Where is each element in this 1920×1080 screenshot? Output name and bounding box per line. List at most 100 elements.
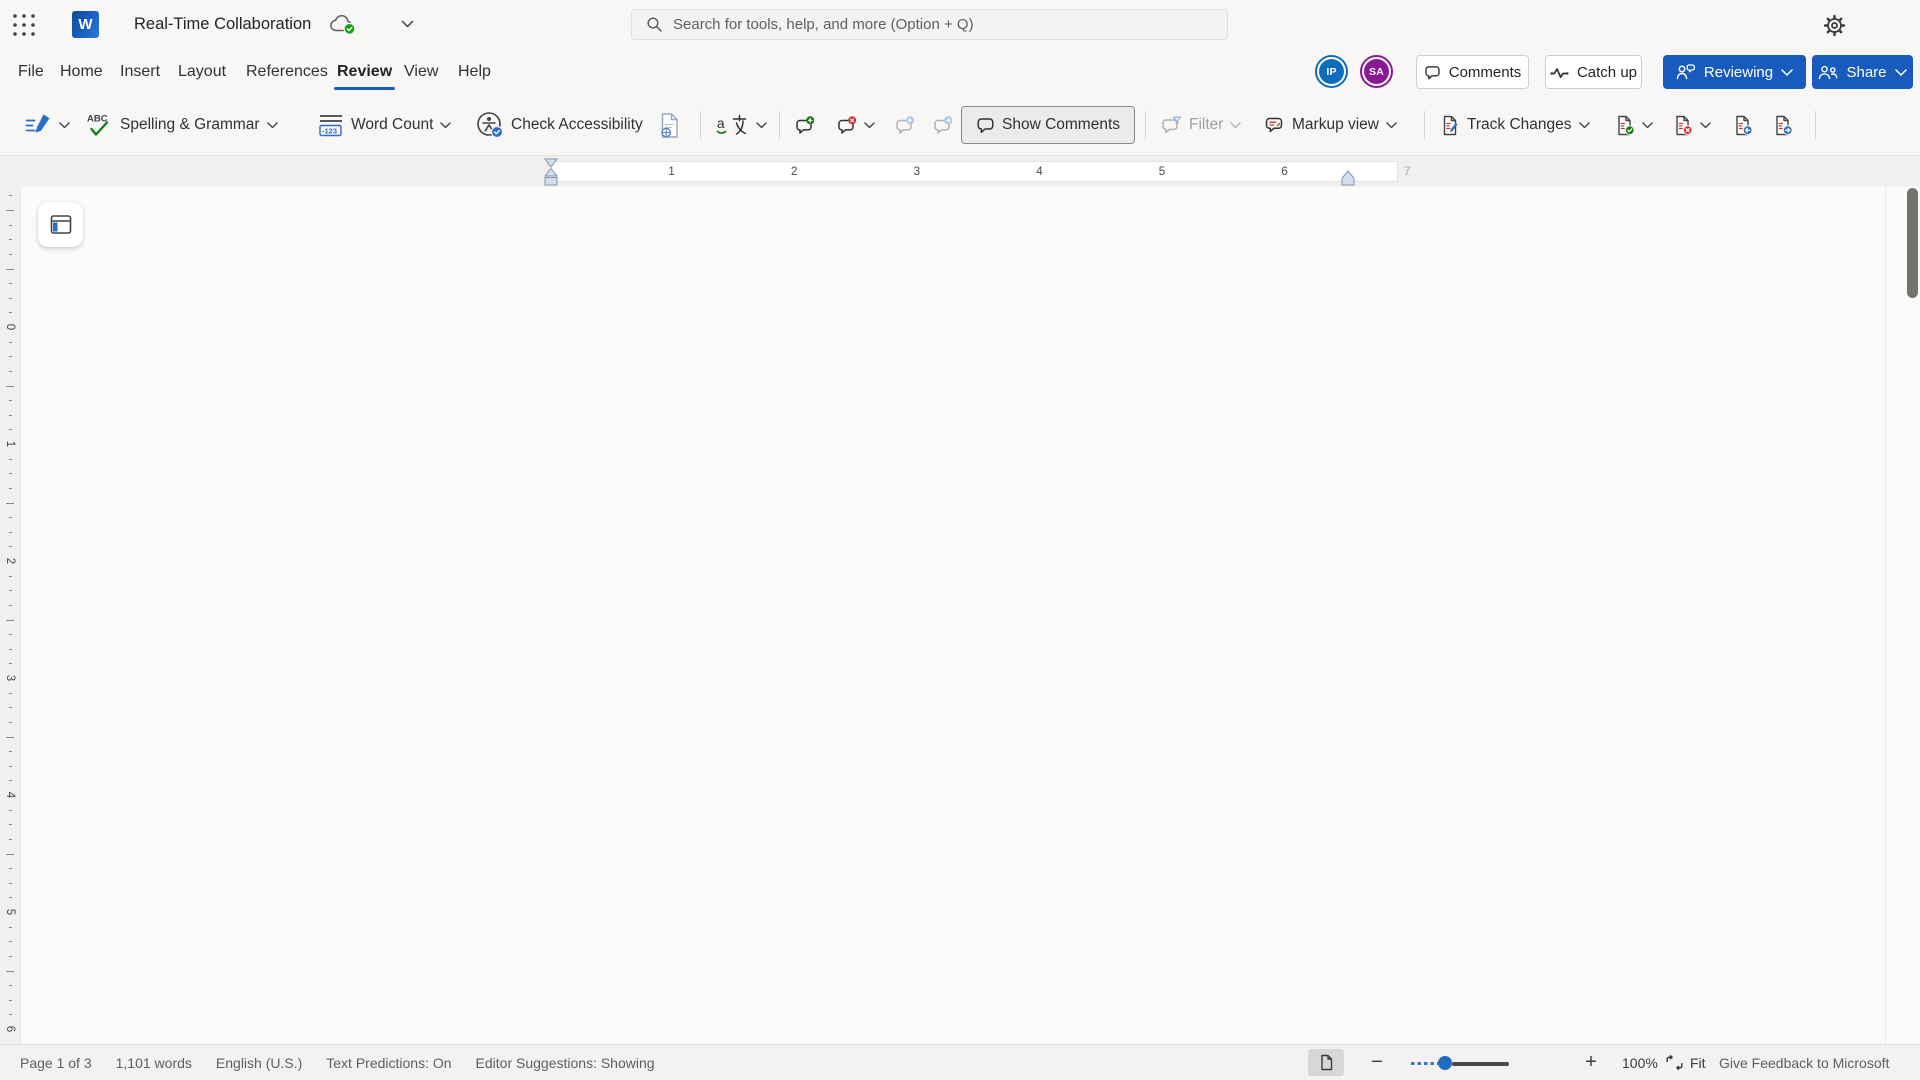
catch-up-button[interactable]: Catch up (1545, 55, 1642, 89)
page-view-button[interactable] (1308, 1049, 1344, 1076)
reviewing-chevron-icon (1781, 68, 1793, 76)
reviewing-mode-button[interactable]: Reviewing (1663, 55, 1806, 89)
comments-button[interactable]: Comments (1416, 55, 1529, 89)
set-proofing-language-button[interactable] (652, 106, 688, 144)
spelling-grammar-button[interactable]: ABC Spelling & Grammar (80, 106, 284, 144)
top-bar: W Real-Time Collaboration (0, 0, 1920, 48)
zoom-out-button[interactable]: − (1366, 1048, 1388, 1076)
track-changes-button[interactable]: Track Changes (1435, 106, 1596, 144)
ruler-number: 4 (4, 791, 16, 799)
tab-view[interactable]: View (404, 48, 438, 96)
toolbar-divider (1424, 111, 1425, 139)
svg-text:-123: -123 (322, 127, 337, 136)
document-title[interactable]: Real-Time Collaboration (134, 15, 311, 34)
next-change-icon (1774, 115, 1793, 136)
ruler-number: 0 (4, 323, 16, 331)
avatar-sa[interactable]: SA (1360, 55, 1393, 88)
zoom-percent[interactable]: 100% (1622, 1045, 1658, 1080)
track-changes-icon (1441, 115, 1460, 136)
ruler-number: 2 (790, 166, 798, 178)
ruler-page-area (548, 161, 1398, 182)
editor-chevron-icon (59, 121, 70, 129)
avatar-ip[interactable]: IP (1315, 55, 1348, 88)
search-bar[interactable] (631, 9, 1228, 40)
markup-view-button[interactable]: Markup view (1258, 106, 1403, 144)
search-input[interactable] (673, 16, 1213, 33)
fit-icon (1665, 1055, 1684, 1070)
previous-change-button[interactable] (1728, 106, 1759, 144)
fit-button[interactable]: Fit (1665, 1045, 1706, 1080)
reject-change-button[interactable] (1668, 106, 1717, 144)
accept-change-icon (1616, 115, 1635, 136)
active-tab-underline (334, 86, 396, 90)
settings-button[interactable] (1820, 11, 1848, 39)
ruler-number: 3 (4, 674, 16, 682)
new-comment-icon (794, 115, 815, 135)
language-status[interactable]: English (U.S.) (216, 1055, 302, 1071)
toolbar-divider (1145, 111, 1146, 139)
app-launcher-button[interactable] (10, 11, 38, 39)
zoom-slider-track-right (1452, 1061, 1509, 1066)
accept-change-button[interactable] (1610, 106, 1659, 144)
tab-help[interactable]: Help (458, 48, 491, 96)
delete-comment-button[interactable] (830, 106, 881, 144)
menu-bar: File Home Insert Layout References Revie… (0, 48, 1920, 96)
filter-icon (1161, 116, 1182, 134)
navigation-pane-toggle-button[interactable] (38, 202, 83, 247)
word-count-status[interactable]: 1,101 words (116, 1055, 192, 1071)
show-comments-button[interactable]: Show Comments (961, 106, 1136, 144)
left-indent-marker[interactable] (543, 158, 559, 187)
spelling-chevron-icon (266, 121, 278, 129)
status-bar: Page 1 of 3 1,101 words English (U.S.) T… (0, 1044, 1920, 1080)
editor-button[interactable] (18, 106, 76, 144)
tab-insert[interactable]: Insert (120, 48, 160, 96)
svg-text:ABC: ABC (87, 113, 108, 124)
translate-chevron-icon (756, 121, 767, 129)
translate-icon: a (716, 112, 749, 138)
zoom-slider[interactable] (1411, 1054, 1509, 1072)
new-comment-button[interactable] (788, 106, 821, 144)
toolbar-divider (1815, 111, 1816, 139)
previous-comment-icon (894, 115, 915, 135)
delete-comment-icon (836, 115, 857, 135)
delete-comment-chevron-icon (864, 121, 875, 129)
filter-chevron-icon (1230, 121, 1242, 129)
ribbon-toolbar: ABC Spelling & Grammar -123 Word Count C… (0, 96, 1920, 230)
zoom-slider-track-left (1411, 1062, 1439, 1065)
previous-comment-button[interactable] (888, 106, 921, 144)
translate-button[interactable]: a (710, 106, 773, 144)
comment-bubble-icon (1424, 65, 1441, 80)
ruler-number: 6 (1281, 166, 1288, 178)
editor-suggestions-status[interactable]: Editor Suggestions: Showing (476, 1055, 655, 1071)
page-indicator[interactable]: Page 1 of 3 (20, 1055, 92, 1071)
filter-comments-button[interactable]: Filter (1155, 106, 1247, 144)
word-count-button[interactable]: -123 Word Count (312, 106, 457, 144)
word-count-icon: -123 (318, 112, 344, 138)
vertical-scrollbar-thumb[interactable] (1907, 188, 1918, 298)
reviewing-person-icon (1676, 64, 1696, 80)
check-accessibility-button[interactable]: Check Accessibility (470, 106, 649, 144)
zoom-in-button[interactable]: + (1580, 1048, 1602, 1076)
tab-layout[interactable]: Layout (178, 48, 226, 96)
word-app-icon[interactable]: W (72, 11, 99, 38)
tab-file[interactable]: File (18, 48, 44, 96)
markup-view-icon (1264, 116, 1285, 134)
language-document-icon (658, 112, 682, 139)
search-icon (646, 16, 663, 33)
markup-view-chevron-icon (1386, 121, 1397, 129)
right-indent-marker[interactable] (1340, 158, 1356, 187)
text-predictions-status[interactable]: Text Predictions: On (326, 1055, 451, 1071)
feedback-link[interactable]: Give Feedback to Microsoft (1719, 1045, 1889, 1080)
zoom-slider-thumb[interactable] (1438, 1056, 1452, 1070)
tab-references[interactable]: References (246, 48, 328, 96)
next-change-button[interactable] (1768, 106, 1799, 144)
cloud-saved-icon[interactable] (328, 13, 358, 36)
tab-review[interactable]: Review (334, 48, 396, 96)
tab-home[interactable]: Home (60, 48, 103, 96)
toolbar-divider (779, 111, 780, 139)
title-chevron-down-icon[interactable] (401, 20, 414, 28)
next-comment-button[interactable] (926, 106, 959, 144)
document-canvas[interactable] (20, 187, 1920, 1044)
editor-pen-icon (24, 112, 52, 138)
share-button[interactable]: Share (1812, 55, 1913, 89)
